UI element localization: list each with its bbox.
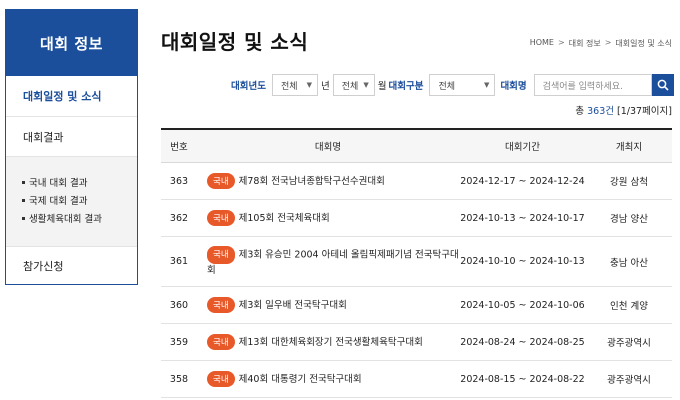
header-no: 번호 (170, 142, 188, 153)
breadcrumb: HOME > 대회 정보 > 대회일정 및 소식 (530, 38, 672, 49)
search-icon (657, 79, 669, 91)
category-badge: 국내 (207, 210, 235, 227)
search-input[interactable]: 검색어를 입력하세요. (533, 74, 652, 96)
category-select[interactable]: 전체 ▼ (429, 74, 496, 96)
table-row[interactable]: 358 국내 제40회 대통령기 전국탁구대회 2024-08-15 ~ 2024… (161, 361, 672, 398)
table-row[interactable]: 363 국내 제78회 전국남녀종합탁구선수권대회 2024-12-17 ~ 20… (161, 163, 672, 200)
table-row[interactable]: 359 국내 제13회 대한체육회장기 전국생활체육탁구대회 2024-08-24… (161, 324, 672, 361)
competition-name-link[interactable]: 제40회 대통령기 전국탁구대회 (239, 374, 362, 385)
result-count: 363건 (587, 106, 614, 117)
category-badge: 국내 (207, 173, 235, 190)
category-badge: 국내 (207, 245, 235, 264)
competition-table: 번호 대회명 대회기간 개최지 363 국내 제78회 전국남녀종합탁구선수권대회… (161, 128, 672, 398)
breadcrumb-section[interactable]: 대회 정보 (569, 38, 601, 49)
result-summary: 총 363건 [1/37페이지] (575, 106, 672, 117)
category-badge: 국내 (207, 371, 235, 388)
competition-name-link[interactable]: 제3회 유승민 2004 아테네 올림픽제패기념 전국탁구대회 (207, 249, 459, 276)
month-select[interactable]: 전체 ▼ (332, 74, 375, 96)
filter-bar: 대회년도 전체 ▼ 년 전체 ▼ 월 대회구분 전체 ▼ 대회명 검색어를 입력하세요… (231, 73, 674, 97)
header-name: 대회명 (314, 142, 342, 153)
sidebar-item-schedule[interactable]: 대회일정 및 소식 (6, 76, 137, 117)
sidebar-item-results[interactable]: 대회결과 (6, 117, 137, 157)
bullet-icon (22, 180, 25, 184)
sidebar-subitem-leisure[interactable]: 생활체육대회 결과 (22, 209, 137, 227)
chevron-down-icon: ▼ (363, 81, 369, 89)
sidebar-subitem-domestic[interactable]: 국내 대회 결과 (22, 173, 137, 191)
name-label: 대회명 (500, 81, 527, 92)
sidebar: 대회 정보 대회일정 및 소식 대회결과 국내 대회 결과 국제 대회 결과 생… (5, 9, 138, 285)
month-suffix: 월 (377, 81, 387, 92)
category-label: 대회구분 (388, 81, 424, 92)
category-badge: 국내 (207, 297, 235, 314)
page-title: 대회일정 및 소식 (161, 30, 309, 54)
header-period: 대회기간 (505, 142, 540, 153)
competition-name-link[interactable]: 제13회 대한체육회장기 전국생활체육탁구대회 (239, 337, 423, 348)
breadcrumb-separator: > (604, 38, 612, 47)
competition-name-link[interactable]: 제3회 일우배 전국탁구대회 (239, 300, 347, 311)
competition-name-link[interactable]: 제105회 전국체육대회 (239, 213, 330, 224)
table-header: 번호 대회명 대회기간 개최지 (161, 130, 672, 163)
year-suffix: 년 (320, 81, 330, 92)
table-row[interactable]: 361 국내 제3회 유승민 2004 아테네 올림픽제패기념 전국탁구대회 20… (161, 237, 672, 287)
competition-name-link[interactable]: 제78회 전국남녀종합탁구선수권대회 (239, 176, 385, 187)
sidebar-subitem-international[interactable]: 국제 대회 결과 (22, 191, 137, 209)
sidebar-title: 대회 정보 (6, 10, 137, 76)
breadcrumb-current: 대회일정 및 소식 (615, 39, 672, 48)
bullet-icon (22, 216, 25, 220)
year-label: 대회년도 (231, 81, 266, 92)
sidebar-submenu: 국내 대회 결과 국제 대회 결과 생활체육대회 결과 (6, 157, 137, 247)
table-row[interactable]: 360 국내 제3회 일우배 전국탁구대회 2024-10-05 ~ 2024-1… (161, 287, 672, 324)
year-select[interactable]: 전체 ▼ (271, 74, 318, 96)
category-badge: 국내 (207, 334, 235, 351)
header-place: 개최지 (615, 142, 643, 153)
chevron-down-icon: ▼ (306, 81, 312, 89)
sidebar-item-registration[interactable]: 참가신청 (6, 247, 137, 285)
breadcrumb-separator: > (558, 38, 565, 47)
bullet-icon (22, 198, 25, 202)
table-row[interactable]: 362 국내 제105회 전국체육대회 2024-10-13 ~ 2024-10-… (161, 200, 672, 237)
page-indicator: [1/37페이지] (617, 106, 672, 117)
search-button[interactable] (651, 74, 674, 96)
chevron-down-icon: ▼ (484, 81, 490, 89)
breadcrumb-home[interactable]: HOME (530, 38, 554, 49)
